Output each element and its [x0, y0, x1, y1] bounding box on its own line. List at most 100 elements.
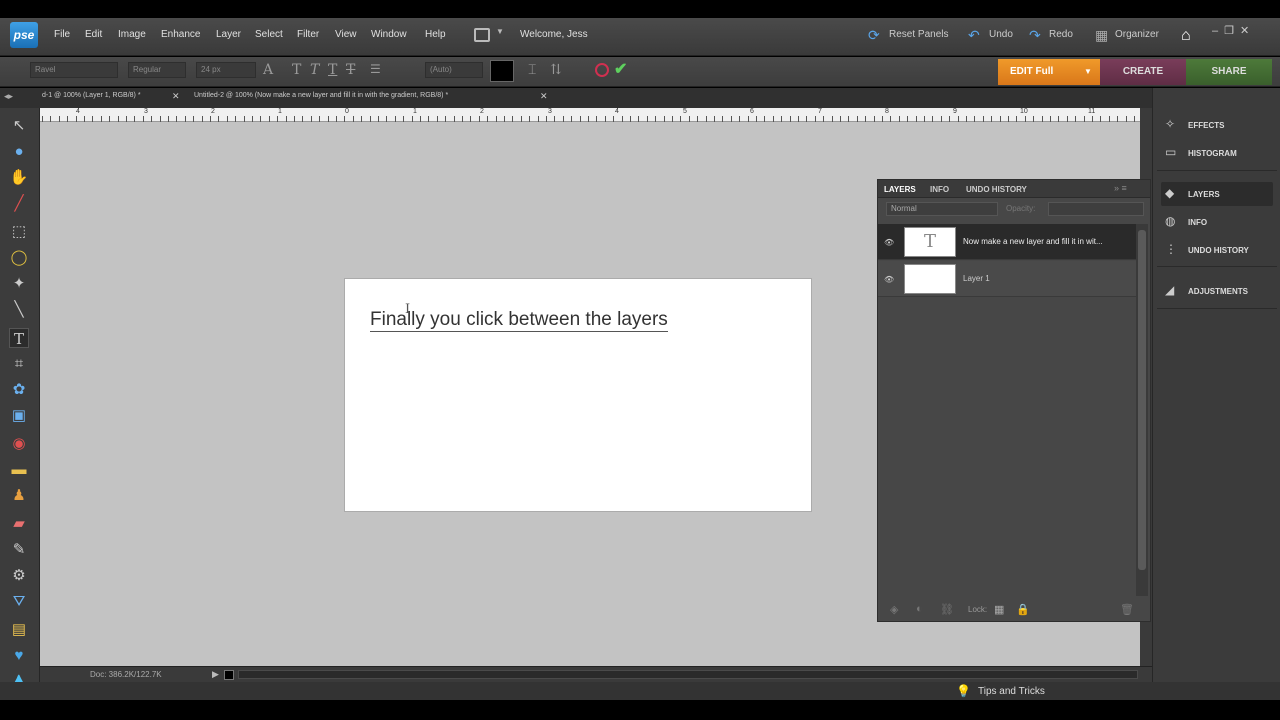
healing-brush-tool-icon[interactable]: ▬: [9, 460, 29, 480]
commit-icon[interactable]: ✔: [614, 59, 627, 79]
organizer-button[interactable]: Organizer: [1115, 29, 1159, 40]
shape-tool-icon[interactable]: ♥: [9, 646, 29, 666]
status-swatch: [224, 670, 234, 680]
layer-row-layer-1[interactable]: 👁 Layer 1: [878, 261, 1136, 297]
reset-panels-button[interactable]: Reset Panels: [889, 29, 948, 40]
menu-layer[interactable]: Layer: [216, 29, 241, 40]
type-tool-icon[interactable]: T: [9, 328, 29, 348]
horizontal-scrollbar[interactable]: [238, 670, 1138, 679]
menu-file[interactable]: File: [54, 29, 70, 40]
gradient-tool-icon[interactable]: ▤: [9, 620, 29, 640]
undo-icon[interactable]: ↶: [968, 27, 984, 43]
bold-icon[interactable]: T: [292, 62, 301, 78]
align-icon[interactable]: ☰: [370, 62, 381, 76]
bin-item-layers[interactable]: ◆ LAYERS: [1161, 182, 1273, 206]
document-tab-1[interactable]: d-1 @ 100% (Layer 1, RGB/8) *: [42, 92, 141, 99]
cancel-icon[interactable]: [595, 63, 609, 77]
cookie-cutter-tool-icon[interactable]: ✿: [9, 380, 29, 400]
leading-select[interactable]: (Auto): [425, 62, 483, 78]
crop-tool-icon[interactable]: ⌗: [9, 354, 29, 374]
status-menu-icon[interactable]: ▶: [212, 669, 219, 680]
document-canvas[interactable]: Finally you click between the layers: [344, 278, 812, 512]
bin-item-undo-history[interactable]: ⋮ UNDO HISTORY: [1161, 238, 1273, 262]
tips-and-tricks-link[interactable]: Tips and Tricks: [978, 686, 1045, 697]
font-style-select[interactable]: Regular: [128, 62, 186, 78]
document-text-layer[interactable]: Finally you click between the layers: [370, 309, 668, 332]
document-tab-2[interactable]: Untitled-2 @ 100% (Now make a new layer …: [194, 92, 448, 99]
ruler-number: 1: [278, 108, 282, 115]
clone-stamp-tool-icon[interactable]: ♟: [9, 486, 29, 506]
lasso-tool-icon[interactable]: ◯: [9, 248, 29, 268]
redo-button[interactable]: Redo: [1049, 29, 1073, 40]
tab-layers[interactable]: LAYERS: [884, 185, 916, 194]
redo-icon[interactable]: ↷: [1029, 27, 1045, 43]
eye-icon[interactable]: 👁: [884, 275, 894, 284]
font-size-select[interactable]: 24 px: [196, 62, 256, 78]
layers-scroll-thumb[interactable]: [1138, 230, 1146, 570]
menu-help[interactable]: Help: [425, 29, 446, 40]
font-family-select[interactable]: Ravel: [30, 62, 118, 78]
menu-image[interactable]: Image: [118, 29, 146, 40]
trash-icon[interactable]: 🗑: [1120, 603, 1134, 616]
italic-icon[interactable]: T: [310, 62, 319, 78]
close-icon[interactable]: ✕: [540, 91, 548, 102]
reset-panels-icon[interactable]: ⟳: [868, 27, 884, 43]
eraser-tool-icon[interactable]: ▰: [9, 514, 29, 534]
text-color-swatch[interactable]: [490, 60, 514, 82]
paint-bucket-tool-icon[interactable]: ⛛: [9, 592, 29, 612]
straighten-tool-icon[interactable]: ▣: [9, 406, 29, 426]
layer-thumbnail: T: [904, 227, 956, 257]
layout-icon[interactable]: [474, 28, 490, 42]
menu-enhance[interactable]: Enhance: [161, 29, 200, 40]
marquee-tool-icon[interactable]: ⬚: [9, 222, 29, 242]
strikethrough-icon[interactable]: T: [346, 62, 355, 78]
zoom-tool-icon[interactable]: ●: [9, 142, 29, 162]
underline-icon[interactable]: T: [328, 62, 337, 78]
tab-info[interactable]: INFO: [930, 185, 949, 194]
eye-icon[interactable]: 👁: [884, 238, 894, 247]
link-layers-icon[interactable]: ⛓: [940, 603, 954, 616]
tab-share[interactable]: SHARE: [1186, 59, 1272, 85]
undo-button[interactable]: Undo: [989, 29, 1013, 40]
tab-scroll-icon[interactable]: ◂▸: [4, 91, 13, 102]
menu-window[interactable]: Window: [371, 29, 407, 40]
menu-view[interactable]: View: [335, 29, 357, 40]
move-tool-icon[interactable]: ↖: [9, 116, 29, 136]
magic-wand-tool-icon[interactable]: ✦: [9, 274, 29, 294]
window-controls[interactable]: –❐✕: [1212, 24, 1255, 37]
home-icon[interactable]: ⌂: [1181, 27, 1197, 44]
bin-item-info[interactable]: ◍ INFO: [1161, 210, 1273, 234]
anti-alias-icon[interactable]: A: [263, 62, 273, 78]
tab-undo-history[interactable]: UNDO HISTORY: [966, 185, 1027, 194]
new-layer-icon[interactable]: ◈: [890, 603, 898, 616]
lock-all-icon[interactable]: 🔒: [1016, 603, 1030, 616]
hand-tool-icon[interactable]: ✋: [9, 168, 29, 188]
brush-tool-icon[interactable]: ✎: [9, 540, 29, 560]
menu-select[interactable]: Select: [255, 29, 283, 40]
panel-menu-icon[interactable]: » ≡: [1114, 183, 1127, 193]
smart-brush-tool-icon[interactable]: ⚙: [9, 566, 29, 586]
lock-transparency-icon[interactable]: ▦: [994, 603, 1004, 616]
selection-brush-tool-icon[interactable]: ╲: [9, 300, 29, 320]
chevron-down-icon[interactable]: ▼: [496, 27, 504, 36]
bottom-bar: 💡 Tips and Tricks: [0, 682, 1280, 700]
tab-create[interactable]: CREATE: [1100, 59, 1186, 85]
bin-item-effects[interactable]: ✧ EFFECTS: [1161, 113, 1273, 137]
tab-edit-full[interactable]: EDIT Full ▼: [998, 59, 1100, 85]
adjustment-layer-icon[interactable]: ◐: [916, 603, 923, 615]
bin-item-histogram[interactable]: ▭ HISTOGRAM: [1161, 141, 1273, 165]
opacity-field[interactable]: [1048, 202, 1144, 216]
blend-mode-select[interactable]: Normal: [886, 202, 998, 216]
eyedropper-tool-icon[interactable]: ╱: [9, 194, 29, 214]
menu-edit[interactable]: Edit: [85, 29, 102, 40]
red-eye-tool-icon[interactable]: ◉: [9, 434, 29, 454]
text-orientation-icon[interactable]: ⇅: [550, 62, 562, 78]
layer-row-text[interactable]: 👁 T Now make a new layer and fill it in …: [878, 224, 1136, 260]
organizer-icon[interactable]: ▦: [1095, 27, 1111, 43]
lightbulb-icon[interactable]: 💡: [956, 684, 971, 698]
horizontal-ruler: 4 3 2 1 0 1 2 3 4 5 6 7 8 9 10 11: [40, 108, 1140, 122]
close-icon[interactable]: ✕: [172, 91, 180, 102]
bin-item-adjustments[interactable]: ◢ ADJUSTMENTS: [1161, 279, 1273, 303]
menu-filter[interactable]: Filter: [297, 29, 319, 40]
warp-text-icon[interactable]: ⌶: [528, 62, 536, 78]
